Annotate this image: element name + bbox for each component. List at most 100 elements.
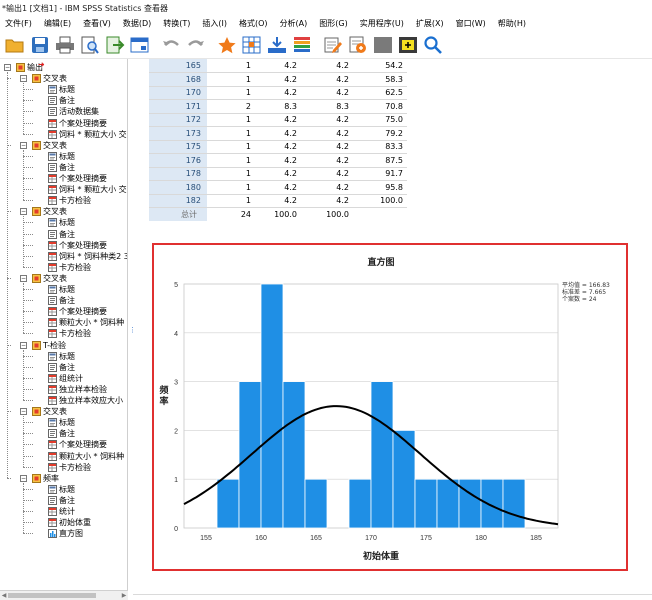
promote-icon[interactable] xyxy=(397,34,419,56)
outline-item-note[interactable]: 备注 xyxy=(48,295,75,306)
designate-window-icon[interactable] xyxy=(322,34,344,56)
outline-item-table[interactable]: 卡方检验 xyxy=(48,462,91,473)
tree-expander-icon[interactable]: − xyxy=(20,141,27,149)
output-content-pane[interactable]: 165 1 4.2 4.2 54.2 168 1 4.2 4.2 58.3 170 1 4.2 4.2 62… xyxy=(133,59,652,600)
outline-item-title[interactable]: 标题 xyxy=(48,351,75,362)
table-icon xyxy=(48,318,57,328)
outline-item-table[interactable]: 个案处理摘要 xyxy=(48,173,107,184)
variables-icon[interactable] xyxy=(291,34,313,56)
tree-expander-icon[interactable]: − xyxy=(20,274,27,282)
outline-item-table[interactable]: 饲料 * 颗粒大小 交 xyxy=(48,129,127,140)
menu-edit[interactable]: 编辑(E) xyxy=(39,18,78,29)
go-to-data-icon[interactable] xyxy=(216,34,238,56)
outline-item-note[interactable]: 活动数据集 xyxy=(48,106,99,117)
table-cell: 58.3 xyxy=(353,72,407,87)
table-row: 168 1 4.2 4.2 58.3 xyxy=(149,72,407,87)
outline-item-table[interactable]: 颗粒大小 * 饲料种 xyxy=(48,451,124,462)
outline-item-table[interactable]: 个案处理摘要 xyxy=(48,240,107,251)
menu-help[interactable]: 帮助(H) xyxy=(493,18,533,29)
menu-file[interactable]: 文件(F) xyxy=(0,18,39,29)
scroll-right-icon[interactable]: ▶ xyxy=(120,591,128,600)
menu-data[interactable]: 数据(D) xyxy=(118,18,158,29)
outline-item-book[interactable]: T-检验 xyxy=(32,340,66,351)
outline-item-book[interactable]: 交叉表 xyxy=(32,273,67,284)
tree-connector xyxy=(7,277,11,279)
outline-item-book[interactable]: 交叉表 xyxy=(32,73,67,84)
outline-item-table[interactable]: 颗粒大小 * 饲料种 xyxy=(48,317,124,328)
outline-item-title[interactable]: 标题 xyxy=(48,217,75,228)
outline-item-chart[interactable]: 直方图 xyxy=(48,528,83,539)
print-preview-icon[interactable] xyxy=(79,34,101,56)
outline-item-title[interactable]: 标题 xyxy=(48,84,75,95)
tree-connector xyxy=(23,366,33,368)
outline-item-book[interactable]: 交叉表 xyxy=(32,406,67,417)
outline-item-note[interactable]: 备注 xyxy=(48,95,75,106)
toolbar xyxy=(0,31,652,59)
outline-item-table[interactable]: 独立样本检验 xyxy=(48,384,107,395)
outline-item-table[interactable]: 统计 xyxy=(48,506,75,517)
hide-icon[interactable] xyxy=(372,34,394,56)
menu-transform[interactable]: 转换(T) xyxy=(158,18,197,29)
outline-item-label: 交叉表 xyxy=(43,140,67,150)
table-cell: 100.0 xyxy=(326,210,349,219)
menu-insert[interactable]: 插入(I) xyxy=(197,18,234,29)
insert-text-icon[interactable] xyxy=(347,34,369,56)
export-icon[interactable] xyxy=(104,34,126,56)
outline-item-table[interactable]: 个案处理摘要 xyxy=(48,306,107,317)
outline-item-title[interactable]: 标题 xyxy=(48,151,75,162)
undo-icon[interactable] xyxy=(160,34,182,56)
tree-expander-icon[interactable]: − xyxy=(20,208,27,216)
outline-item-table[interactable]: 初始体重 xyxy=(48,517,91,528)
menu-extensions[interactable]: 扩展(X) xyxy=(411,18,451,29)
save-icon[interactable] xyxy=(29,34,51,56)
tree-connector xyxy=(23,388,33,390)
outline-item-note[interactable]: 备注 xyxy=(48,495,75,506)
outline-item-book[interactable]: 交叉表 xyxy=(32,206,67,217)
tree-expander-icon[interactable]: − xyxy=(20,75,27,83)
histogram-chart-frame[interactable]: 0 1 2 3 4 5 155 160 165 170 175 180 185 直方图 初始体重 频率 平均值 … xyxy=(152,243,628,571)
outline-item-title[interactable]: 标题 xyxy=(48,284,75,295)
title-icon xyxy=(48,151,57,161)
outline-item-label: 饲料 * 颗粒大小 交 xyxy=(59,129,127,139)
outline-item-table[interactable]: 卡方检验 xyxy=(48,195,91,206)
outline-item-book[interactable]: 频率 xyxy=(32,473,59,484)
outline-item-table[interactable]: 饲料 * 颗粒大小 交 xyxy=(48,184,127,195)
outline-item-note[interactable]: 备注 xyxy=(48,229,75,240)
tree-expander-icon[interactable]: − xyxy=(20,341,27,349)
outline-item-title[interactable]: 标题 xyxy=(48,417,75,428)
menu-view[interactable]: 查看(V) xyxy=(78,18,118,29)
outline-pane[interactable]: − 输出 − 交叉表 标题 备注 活动数据集 个案处理摘要 饲料 * 颗粒大小 交 − 交叉表 标题备… xyxy=(0,59,128,590)
outline-horizontal-scrollbar[interactable]: ◀ ▶ xyxy=(0,590,128,600)
outline-item-note[interactable]: 备注 xyxy=(48,362,75,373)
tree-expander-icon[interactable]: − xyxy=(20,408,27,416)
menu-utilities[interactable]: 实用程序(U) xyxy=(355,18,411,29)
outline-item-table[interactable]: 独立样本效应大小 xyxy=(48,395,123,406)
outline-item-book[interactable]: 交叉表 xyxy=(32,140,67,151)
menu-window[interactable]: 窗口(W) xyxy=(451,18,493,29)
table-icon xyxy=(48,462,57,472)
outline-item-table[interactable]: 卡方检验 xyxy=(48,328,91,339)
outline-item-table[interactable]: 组统计 xyxy=(48,373,83,384)
menu-analyze[interactable]: 分析(A) xyxy=(275,18,315,29)
menu-graphs[interactable]: 图形(G) xyxy=(314,18,354,29)
outline-item-note[interactable]: 备注 xyxy=(48,162,75,173)
open-icon[interactable] xyxy=(4,34,26,56)
scrollbar-thumb[interactable] xyxy=(8,593,96,598)
outline-item-title[interactable]: 标题 xyxy=(48,484,75,495)
scroll-left-icon[interactable]: ◀ xyxy=(0,591,8,600)
table-icon xyxy=(48,518,57,528)
recall-dialog-icon[interactable] xyxy=(129,34,151,56)
outline-item-table[interactable]: 饲料 * 饲料种类2 3 xyxy=(48,251,127,262)
outline-item-table[interactable]: 个案处理摘要 xyxy=(48,439,107,450)
go-to-variable-icon[interactable] xyxy=(266,34,288,56)
tree-expander-icon[interactable]: − xyxy=(4,64,11,71)
menu-format[interactable]: 格式(O) xyxy=(234,18,275,29)
redo-icon[interactable] xyxy=(185,34,207,56)
tree-expander-icon[interactable]: − xyxy=(20,474,27,482)
outline-item-table[interactable]: 个案处理摘要 xyxy=(48,118,107,129)
find-icon[interactable] xyxy=(422,34,444,56)
outline-item-table[interactable]: 卡方检验 xyxy=(48,262,91,273)
outline-item-note[interactable]: 备注 xyxy=(48,428,75,439)
print-icon[interactable] xyxy=(54,34,76,56)
go-to-case-icon[interactable] xyxy=(241,34,263,56)
